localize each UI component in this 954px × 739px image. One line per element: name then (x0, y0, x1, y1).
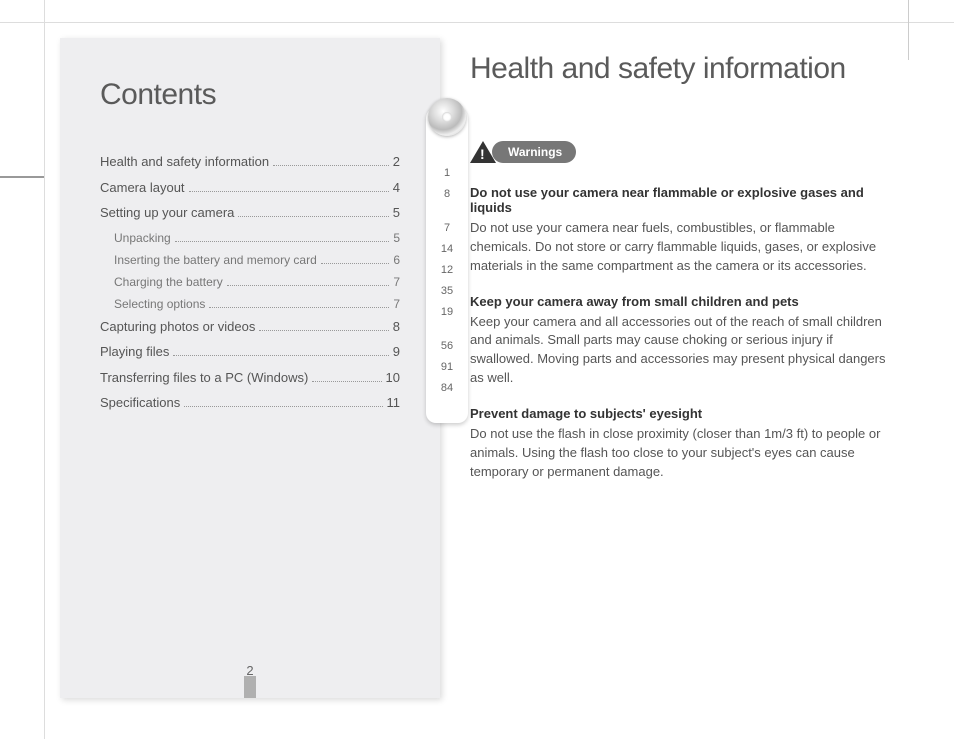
warning-heading: Prevent damage to subjects' eyesight (470, 406, 895, 421)
toc-label: Unpacking (114, 229, 171, 247)
warning-body: Keep your camera and all accessories out… (470, 313, 895, 388)
toc-subentry: Charging the battery 7 (100, 273, 400, 291)
toc-entry: Health and safety information 2 (100, 152, 400, 172)
toc-entry: Camera layout 4 (100, 178, 400, 198)
toc-entry: Capturing photos or videos 8 (100, 317, 400, 337)
toc-leader-dots (175, 241, 390, 242)
side-tab-number: 14 (426, 243, 468, 255)
toc-subentry: Selecting options 7 (100, 295, 400, 313)
toc-leader-dots (227, 285, 390, 286)
table-of-contents: Health and safety information 2 Camera lay… (100, 152, 400, 413)
toc-label: Playing files (100, 342, 169, 362)
toc-entry: Specifications 11 (100, 393, 400, 413)
section-title: Health and safety information (470, 52, 895, 86)
toc-subentry: Inserting the battery and memory card 6 (100, 251, 400, 269)
toc-label: Specifications (100, 393, 180, 413)
warning-sections: Do not use your camera near flammable or… (470, 185, 895, 481)
toc-leader-dots (238, 216, 388, 217)
toc-leader-dots (184, 406, 382, 407)
toc-label: Charging the battery (114, 273, 223, 291)
side-tab-number: 1 (426, 167, 468, 179)
crop-rule-left (44, 0, 45, 739)
side-tab-number: 7 (426, 222, 468, 234)
toc-entry: Playing files 9 (100, 342, 400, 362)
toc-label: Camera layout (100, 178, 185, 198)
toc-page-number: 8 (393, 317, 400, 337)
toc-label: Capturing photos or videos (100, 317, 255, 337)
toc-label: Setting up your camera (100, 203, 234, 223)
toc-page-number: 6 (393, 251, 400, 269)
toc-leader-dots (312, 381, 381, 382)
disc-icon (428, 98, 466, 136)
warning-heading: Keep your camera away from small childre… (470, 294, 895, 309)
toc-page-number: 11 (387, 393, 401, 413)
toc-page-number: 4 (393, 178, 400, 198)
warning-heading: Do not use your camera near flammable or… (470, 185, 895, 215)
side-tab-number: 84 (426, 382, 468, 394)
toc-leader-dots (259, 330, 388, 331)
side-tab-number: 8 (426, 188, 468, 200)
toc-page-number: 7 (393, 295, 400, 313)
warnings-badge: Warnings (470, 141, 895, 163)
crop-rule-right (908, 0, 909, 60)
toc-page-number: 7 (393, 273, 400, 291)
toc-page-number: 2 (393, 152, 400, 172)
page-left: Contents Health and safety information 2 C… (60, 38, 440, 698)
page-number-tab (244, 676, 256, 698)
toc-label: Inserting the battery and memory card (114, 251, 317, 269)
side-tab-number: 19 (426, 306, 468, 318)
toc-subentry: Unpacking 5 (100, 229, 400, 247)
toc-label: Health and safety information (100, 152, 269, 172)
toc-leader-dots (189, 191, 389, 192)
toc-leader-dots (273, 165, 389, 166)
warning-triangle-icon (470, 141, 496, 163)
warning-body: Do not use your camera near fuels, combu… (470, 219, 895, 276)
toc-label: Selecting options (114, 295, 205, 313)
contents-title: Contents (100, 78, 400, 112)
toc-label: Transferring files to a PC (Windows) (100, 368, 308, 388)
document-spread: Contents Health and safety information 2 C… (0, 0, 954, 739)
side-tab-number: 35 (426, 285, 468, 297)
crop-mark (0, 176, 44, 178)
toc-page-number: 5 (393, 203, 400, 223)
warnings-label: Warnings (492, 141, 576, 163)
toc-leader-dots (321, 263, 390, 264)
toc-entry: Transferring files to a PC (Windows) 10 (100, 368, 400, 388)
toc-page-number: 10 (386, 368, 400, 388)
side-tab-number: 91 (426, 361, 468, 373)
crop-rule-top (0, 22, 954, 23)
side-number-tab: 1 8 7 14 12 35 19 56 91 84 (426, 108, 468, 423)
side-tab-number: 12 (426, 264, 468, 276)
side-tab-number: 56 (426, 340, 468, 352)
warning-body: Do not use the flash in close proximity … (470, 425, 895, 482)
toc-page-number: 9 (393, 342, 400, 362)
toc-leader-dots (173, 355, 388, 356)
toc-leader-dots (209, 307, 389, 308)
toc-entry: Setting up your camera 5 (100, 203, 400, 223)
toc-page-number: 5 (393, 229, 400, 247)
page-right: Health and safety information Warnings D… (470, 52, 895, 682)
